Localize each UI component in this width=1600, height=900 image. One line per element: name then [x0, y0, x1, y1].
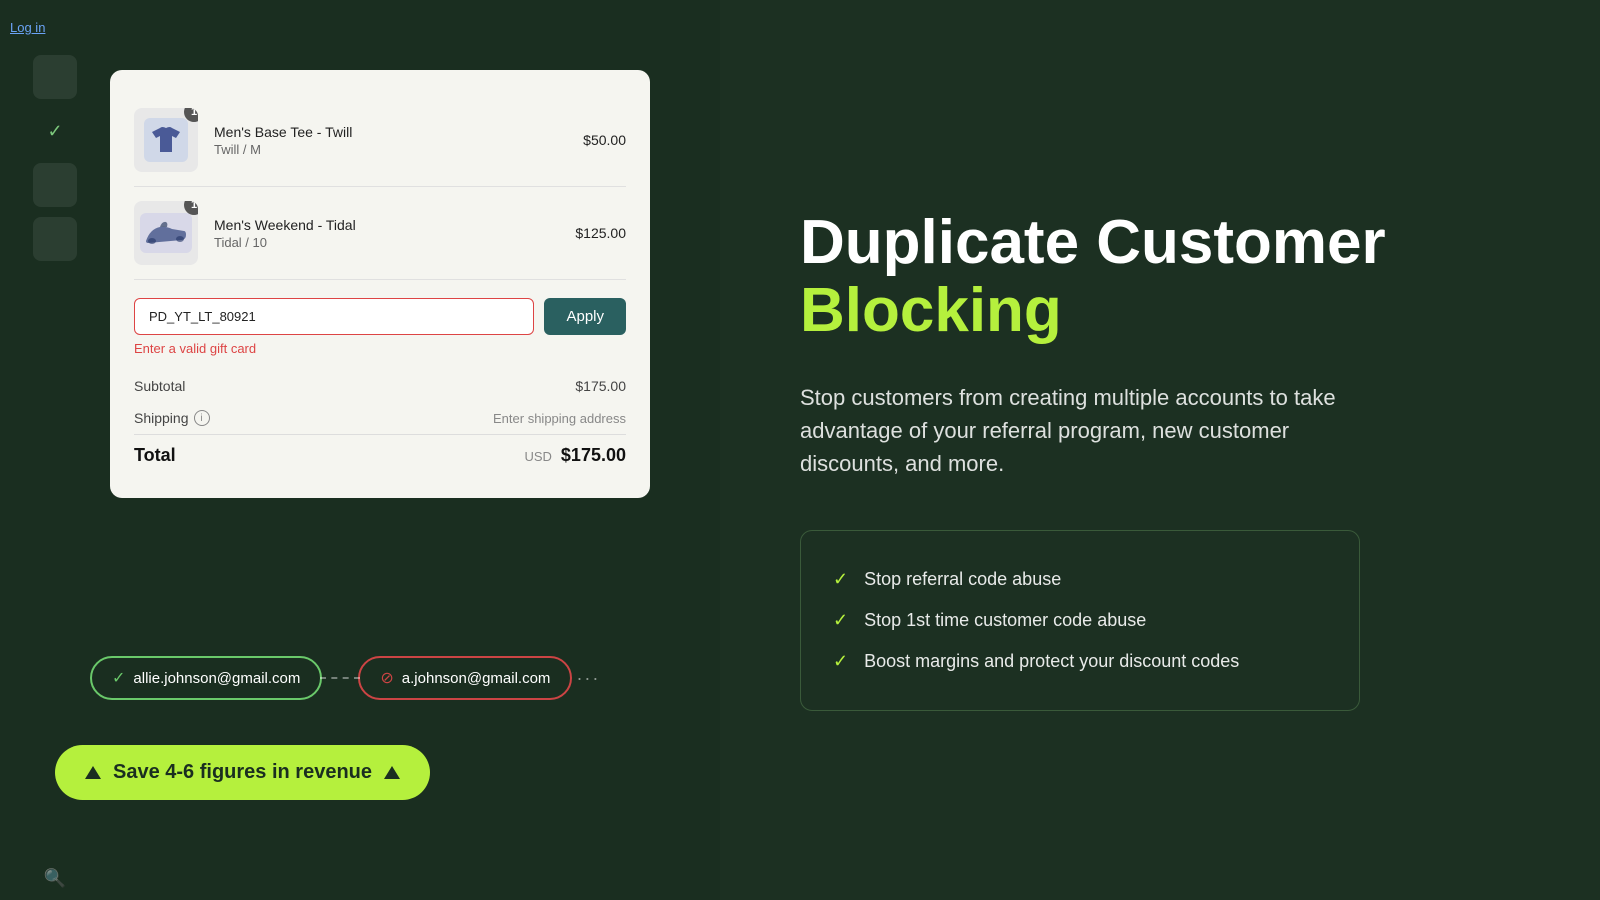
- email-pills: ✓ allie.johnson@gmail.com ⊘ a.johnson@gm…: [90, 656, 600, 700]
- shipping-value: Enter shipping address: [493, 411, 626, 426]
- tshirt-icon: [144, 118, 188, 162]
- info-icon: i: [194, 410, 210, 426]
- cart-card: 1 Men's Base Tee - Twill Twill / M $50.0…: [110, 70, 650, 498]
- pill-connector: [320, 677, 360, 679]
- headline-line1: Duplicate Customer: [800, 208, 1386, 277]
- subtotal-label: Subtotal: [134, 378, 185, 394]
- item-image-shoe: 1: [134, 201, 198, 265]
- item-name-1: Men's Base Tee - Twill: [214, 124, 567, 140]
- discount-error: Enter a valid gift card: [134, 341, 626, 356]
- item-price-1: $50.00: [583, 132, 626, 148]
- item-info-2: Men's Weekend - Tidal Tidal / 10: [214, 217, 559, 250]
- triangle-up-icon-left: [85, 766, 101, 779]
- total-row: Total USD $175.00: [134, 434, 626, 474]
- feature-item-2: ✓ Stop 1st time customer code abuse: [833, 600, 1327, 641]
- valid-check-icon: ✓: [112, 668, 125, 688]
- sidebar-icon-1: [33, 55, 77, 99]
- right-panel: Duplicate Customer Blocking Stop custome…: [720, 0, 1600, 900]
- feature-item-1: ✓ Stop referral code abuse: [833, 559, 1327, 600]
- discount-input[interactable]: [134, 298, 534, 335]
- item-variant-1: Twill / M: [214, 142, 567, 157]
- item-price-2: $125.00: [575, 225, 626, 241]
- subtotal-value: $175.00: [575, 378, 626, 394]
- feature-item-3: ✓ Boost margins and protect your discoun…: [833, 641, 1327, 682]
- search-icon[interactable]: 🔍: [33, 856, 77, 900]
- subtotal-row: Subtotal $175.00: [134, 370, 626, 402]
- sidebar-icon-2: [33, 163, 77, 207]
- apply-button[interactable]: Apply: [544, 298, 626, 335]
- item-name-2: Men's Weekend - Tidal: [214, 217, 559, 233]
- valid-email-pill: ✓ allie.johnson@gmail.com: [90, 656, 322, 700]
- save-revenue-label: Save 4-6 figures in revenue: [113, 761, 372, 784]
- order-summary: Subtotal $175.00 Shipping i Enter shippi…: [134, 370, 626, 474]
- feature-label-2: Stop 1st time customer code abuse: [864, 610, 1146, 631]
- cart-item-1: 1 Men's Base Tee - Twill Twill / M $50.0…: [134, 94, 626, 187]
- valid-email-text: allie.johnson@gmail.com: [133, 670, 300, 687]
- discount-row: Apply: [134, 298, 626, 335]
- headline-line2: Blocking: [800, 276, 1062, 345]
- cart-item-2: 1 Men's Weekend - Tidal Tidal / 10 $125.…: [134, 187, 626, 280]
- save-revenue-button[interactable]: Save 4-6 figures in revenue: [55, 745, 430, 800]
- pill-dots: ···: [576, 668, 600, 689]
- feature-check-1: ✓: [833, 569, 848, 590]
- feature-check-3: ✓: [833, 651, 848, 672]
- feature-label-3: Boost margins and protect your discount …: [864, 651, 1239, 672]
- discount-section: Apply Enter a valid gift card: [134, 298, 626, 356]
- left-panel: Log in ✓ 🔍 1 Men's Base Tee - Twill Twil…: [0, 0, 720, 900]
- main-headline: Duplicate Customer Blocking: [800, 209, 1520, 345]
- sidebar-checkmark: ✓: [33, 109, 77, 153]
- block-icon: ⊘: [380, 668, 393, 688]
- feature-check-2: ✓: [833, 610, 848, 631]
- shoe-icon: [140, 213, 192, 253]
- invalid-email-pill: ⊘ a.johnson@gmail.com: [358, 656, 572, 700]
- feature-label-1: Stop referral code abuse: [864, 569, 1061, 590]
- item-image-tshirt: 1: [134, 108, 198, 172]
- item-variant-2: Tidal / 10: [214, 235, 559, 250]
- subtitle-text: Stop customers from creating multiple ac…: [800, 381, 1380, 480]
- login-link[interactable]: Log in: [0, 20, 45, 35]
- total-label: Total: [134, 445, 176, 466]
- invalid-email-text: a.johnson@gmail.com: [402, 670, 551, 687]
- total-amount: $175.00: [561, 445, 626, 465]
- triangle-up-icon-right: [384, 766, 400, 779]
- total-value: USD $175.00: [524, 445, 626, 466]
- shipping-label: Shipping i: [134, 410, 210, 426]
- item-info-1: Men's Base Tee - Twill Twill / M: [214, 124, 567, 157]
- total-currency: USD: [524, 449, 551, 464]
- shipping-row: Shipping i Enter shipping address: [134, 402, 626, 434]
- feature-box: ✓ Stop referral code abuse ✓ Stop 1st ti…: [800, 530, 1360, 711]
- sidebar-icon-3: [33, 217, 77, 261]
